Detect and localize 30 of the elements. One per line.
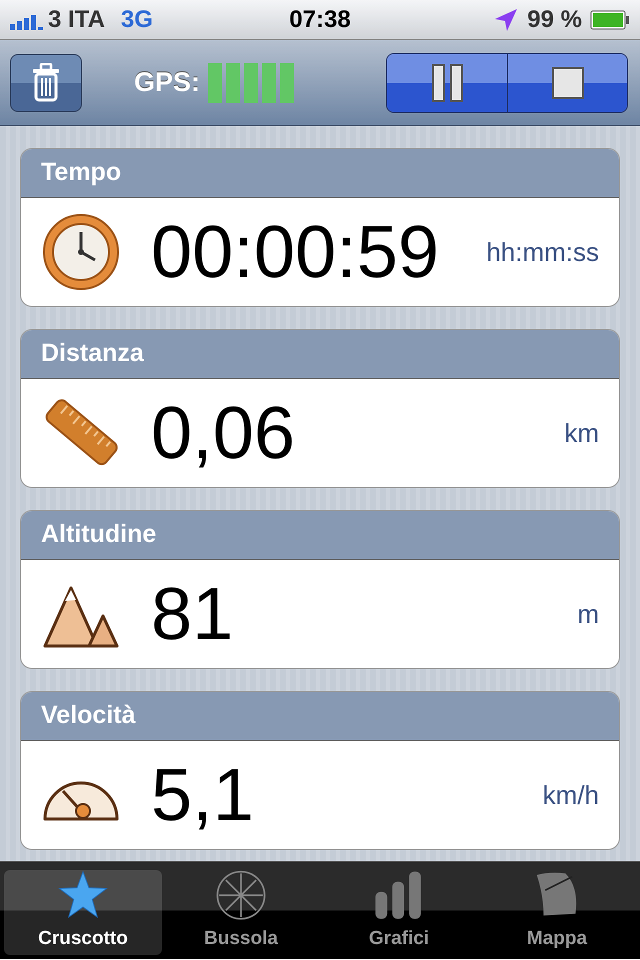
network-type: 3G xyxy=(120,4,153,34)
metric-title: Distanza xyxy=(21,330,619,379)
metric-title: Velocità xyxy=(21,692,619,741)
tab[interactable]: Grafici xyxy=(320,870,478,955)
pause-icon xyxy=(432,64,462,102)
metric-value: 81 xyxy=(151,577,234,651)
delete-button[interactable] xyxy=(10,54,82,112)
metric-unit: hh:mm:ss xyxy=(486,236,599,268)
battery-icon xyxy=(590,10,630,30)
metric-value: 5,1 xyxy=(151,758,254,832)
location-arrow-icon xyxy=(493,6,520,32)
clock-icon xyxy=(41,212,121,292)
carrier-name: 3 ITA xyxy=(48,4,105,34)
clock-time: 07:38 xyxy=(288,4,352,34)
stop-button[interactable] xyxy=(507,54,627,112)
metric-unit: km xyxy=(564,416,599,450)
battery-percent: 99 % xyxy=(527,4,582,34)
metric-title: Altitudine xyxy=(21,511,619,560)
metric-value: 00:00:59 xyxy=(151,215,440,289)
trash-icon xyxy=(31,62,61,102)
metric-unit: km/h xyxy=(542,778,599,812)
tab[interactable]: Mappa xyxy=(478,870,636,955)
tab[interactable]: Cruscotto xyxy=(4,870,162,955)
metric-value: 0,06 xyxy=(151,396,296,470)
gps-label: GPS: xyxy=(134,66,200,100)
stop-icon xyxy=(552,66,584,98)
tab[interactable]: Bussola xyxy=(162,870,320,955)
pause-button[interactable] xyxy=(387,54,507,112)
metric-unit: m xyxy=(577,598,599,630)
metric-title: Tempo xyxy=(21,149,619,198)
